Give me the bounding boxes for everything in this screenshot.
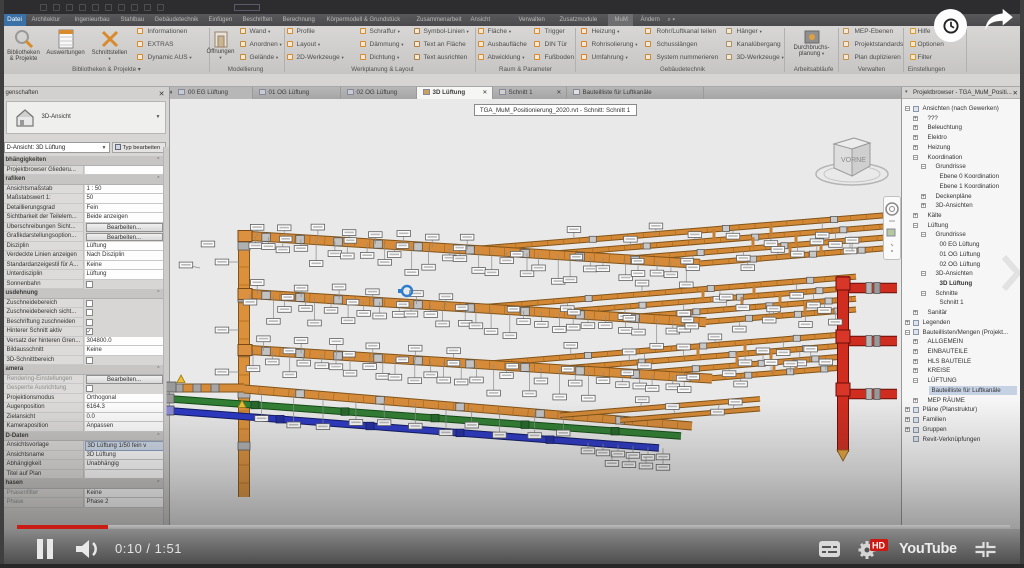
svg-text:HD: HD: [872, 541, 885, 551]
svg-text:VORNE: VORNE: [841, 157, 866, 164]
